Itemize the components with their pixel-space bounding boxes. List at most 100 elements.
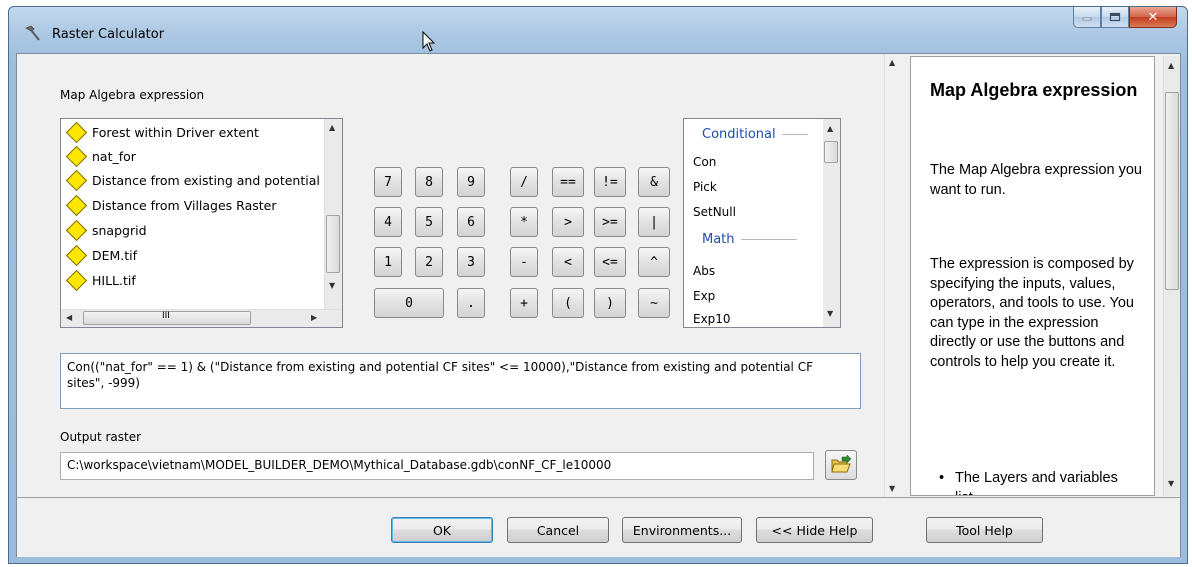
list-item[interactable]: Con bbox=[693, 155, 716, 169]
list-item[interactable]: snapgrid bbox=[63, 219, 147, 241]
list-item[interactable]: SetNull bbox=[693, 205, 736, 219]
output-raster-field[interactable]: C:\workspace\vietnam\MODEL_BUILDER_DEMO\… bbox=[60, 452, 814, 480]
help-title: Map Algebra expression bbox=[930, 80, 1138, 100]
layers-list[interactable]: Forest within Driver extent nat_for Dist… bbox=[60, 118, 343, 328]
expression-label: Map Algebra expression bbox=[60, 88, 205, 102]
open-folder-icon bbox=[831, 455, 852, 473]
key-1-button[interactable]: 1 bbox=[374, 247, 402, 277]
list-item[interactable]: Exp10 bbox=[693, 312, 731, 326]
bullet-icon: • bbox=[939, 470, 945, 486]
close-button[interactable]: ✕ bbox=[1129, 7, 1177, 28]
scroll-up-icon[interactable]: ▲ bbox=[827, 124, 833, 133]
help-paragraph: The expression is composed by specifying… bbox=[930, 256, 1134, 370]
key-divide-button[interactable]: / bbox=[510, 167, 538, 197]
environments-button[interactable]: Environments... bbox=[622, 517, 742, 543]
list-item[interactable]: Forest within Driver extent bbox=[63, 121, 259, 143]
layer-diamond-icon bbox=[65, 145, 88, 167]
layers-vertical-scrollbar[interactable]: ▲ ▼ bbox=[324, 119, 342, 311]
expression-textbox[interactable]: Con(("nat_for" == 1) & ("Distance from e… bbox=[60, 353, 861, 409]
hide-help-button[interactable]: << Hide Help bbox=[756, 517, 873, 543]
key-0-button[interactable]: 0 bbox=[374, 288, 444, 318]
list-item[interactable]: DEM.tif bbox=[63, 244, 137, 266]
list-item[interactable]: Distance from Villages Raster bbox=[63, 194, 276, 216]
key-5-button[interactable]: 5 bbox=[415, 207, 443, 237]
cancel-button[interactable]: Cancel bbox=[507, 517, 609, 543]
key-equal-button[interactable]: == bbox=[552, 167, 584, 197]
scroll-down-icon[interactable]: ▼ bbox=[827, 309, 833, 318]
key-xor-button[interactable]: ^ bbox=[638, 247, 670, 277]
list-item[interactable]: Abs bbox=[693, 264, 715, 278]
help-paragraph: The Map Algebra expression you want to r… bbox=[930, 162, 1142, 198]
key-not-button[interactable]: ~ bbox=[638, 288, 670, 318]
key-close-paren-button[interactable]: ) bbox=[594, 288, 626, 318]
key-not-equal-button[interactable]: != bbox=[594, 167, 626, 197]
key-6-button[interactable]: 6 bbox=[457, 207, 485, 237]
key-greater-equal-button[interactable]: >= bbox=[594, 207, 626, 237]
key-plus-button[interactable]: + bbox=[510, 288, 538, 318]
minimize-button[interactable] bbox=[1073, 7, 1101, 28]
key-and-button[interactable]: & bbox=[638, 167, 670, 197]
layer-diamond-icon bbox=[65, 194, 88, 216]
scroll-left-icon[interactable]: ◀ bbox=[66, 313, 72, 322]
hammer-icon bbox=[25, 25, 40, 41]
title-bar[interactable]: Raster Calculator ✕ bbox=[9, 7, 1187, 57]
minimize-icon bbox=[1082, 17, 1092, 21]
scroll-down-icon[interactable]: ▼ bbox=[329, 281, 335, 290]
button-bar: OK Cancel Environments... << Hide Help T… bbox=[17, 497, 1180, 557]
scroll-up-icon[interactable]: ▲ bbox=[329, 123, 335, 132]
tools-vertical-scrollbar[interactable]: ▲ ▼ bbox=[823, 119, 840, 327]
scroll-thumb[interactable]: III bbox=[83, 311, 251, 325]
parameters-scrollbar[interactable]: ▲ ▼ bbox=[884, 54, 901, 497]
key-or-button[interactable]: | bbox=[638, 207, 670, 237]
key-greater-button[interactable]: > bbox=[552, 207, 584, 237]
key-4-button[interactable]: 4 bbox=[374, 207, 402, 237]
key-9-button[interactable]: 9 bbox=[457, 167, 485, 197]
maximize-button[interactable] bbox=[1101, 7, 1129, 28]
scroll-right-icon[interactable]: ▶ bbox=[311, 313, 317, 322]
scroll-thumb[interactable] bbox=[1165, 92, 1179, 290]
layers-horizontal-scrollbar[interactable]: ◀ III ▶ bbox=[61, 309, 342, 327]
list-item[interactable]: Exp bbox=[693, 289, 715, 303]
help-pane: Map Algebra expression The Map Algebra e… bbox=[910, 56, 1155, 496]
ok-button[interactable]: OK bbox=[391, 517, 493, 543]
key-open-paren-button[interactable]: ( bbox=[552, 288, 584, 318]
tools-category-conditional: Conditional bbox=[702, 127, 808, 142]
key-decimal-button[interactable]: . bbox=[457, 288, 485, 318]
tool-help-button[interactable]: Tool Help bbox=[926, 517, 1043, 543]
browse-button[interactable] bbox=[825, 450, 857, 480]
mouse-cursor-icon bbox=[422, 31, 436, 52]
layer-diamond-icon bbox=[65, 169, 88, 191]
tools-category-math: Math bbox=[702, 232, 797, 247]
dialog-client-area: Map Algebra expression Forest within Dri… bbox=[16, 53, 1181, 557]
list-item[interactable]: HILL.tif bbox=[63, 269, 136, 291]
key-2-button[interactable]: 2 bbox=[415, 247, 443, 277]
help-bullet: • The Layers and variables list bbox=[939, 469, 1135, 495]
key-7-button[interactable]: 7 bbox=[374, 167, 402, 197]
scroll-up-icon[interactable]: ▲ bbox=[889, 58, 895, 67]
list-item[interactable]: nat_for bbox=[63, 145, 136, 167]
layer-diamond-icon bbox=[65, 121, 88, 143]
scroll-thumb[interactable] bbox=[824, 141, 838, 163]
output-raster-label: Output raster bbox=[60, 430, 142, 444]
window-title: Raster Calculator bbox=[52, 27, 165, 42]
scroll-up-icon[interactable]: ▲ bbox=[1168, 61, 1174, 70]
scroll-down-icon[interactable]: ▼ bbox=[889, 484, 895, 493]
layer-diamond-icon bbox=[65, 219, 88, 241]
scroll-down-icon[interactable]: ▼ bbox=[1168, 479, 1174, 488]
list-item[interactable]: Pick bbox=[693, 180, 717, 194]
key-less-button[interactable]: < bbox=[552, 247, 584, 277]
key-minus-button[interactable]: - bbox=[510, 247, 538, 277]
tools-list[interactable]: Conditional Con Pick SetNull Math Abs Ex… bbox=[683, 118, 841, 328]
layer-diamond-icon bbox=[65, 244, 88, 266]
scroll-thumb[interactable] bbox=[326, 215, 340, 273]
list-item[interactable]: Distance from existing and potential bbox=[63, 169, 320, 191]
key-3-button[interactable]: 3 bbox=[457, 247, 485, 277]
key-8-button[interactable]: 8 bbox=[415, 167, 443, 197]
parameters-pane: Map Algebra expression Forest within Dri… bbox=[17, 54, 884, 497]
layer-diamond-icon bbox=[65, 269, 88, 291]
help-scrollbar[interactable]: ▲ ▼ bbox=[1163, 56, 1180, 496]
key-multiply-button[interactable]: * bbox=[510, 207, 538, 237]
key-less-equal-button[interactable]: <= bbox=[594, 247, 626, 277]
close-icon: ✕ bbox=[1147, 9, 1159, 25]
maximize-icon bbox=[1109, 12, 1121, 22]
